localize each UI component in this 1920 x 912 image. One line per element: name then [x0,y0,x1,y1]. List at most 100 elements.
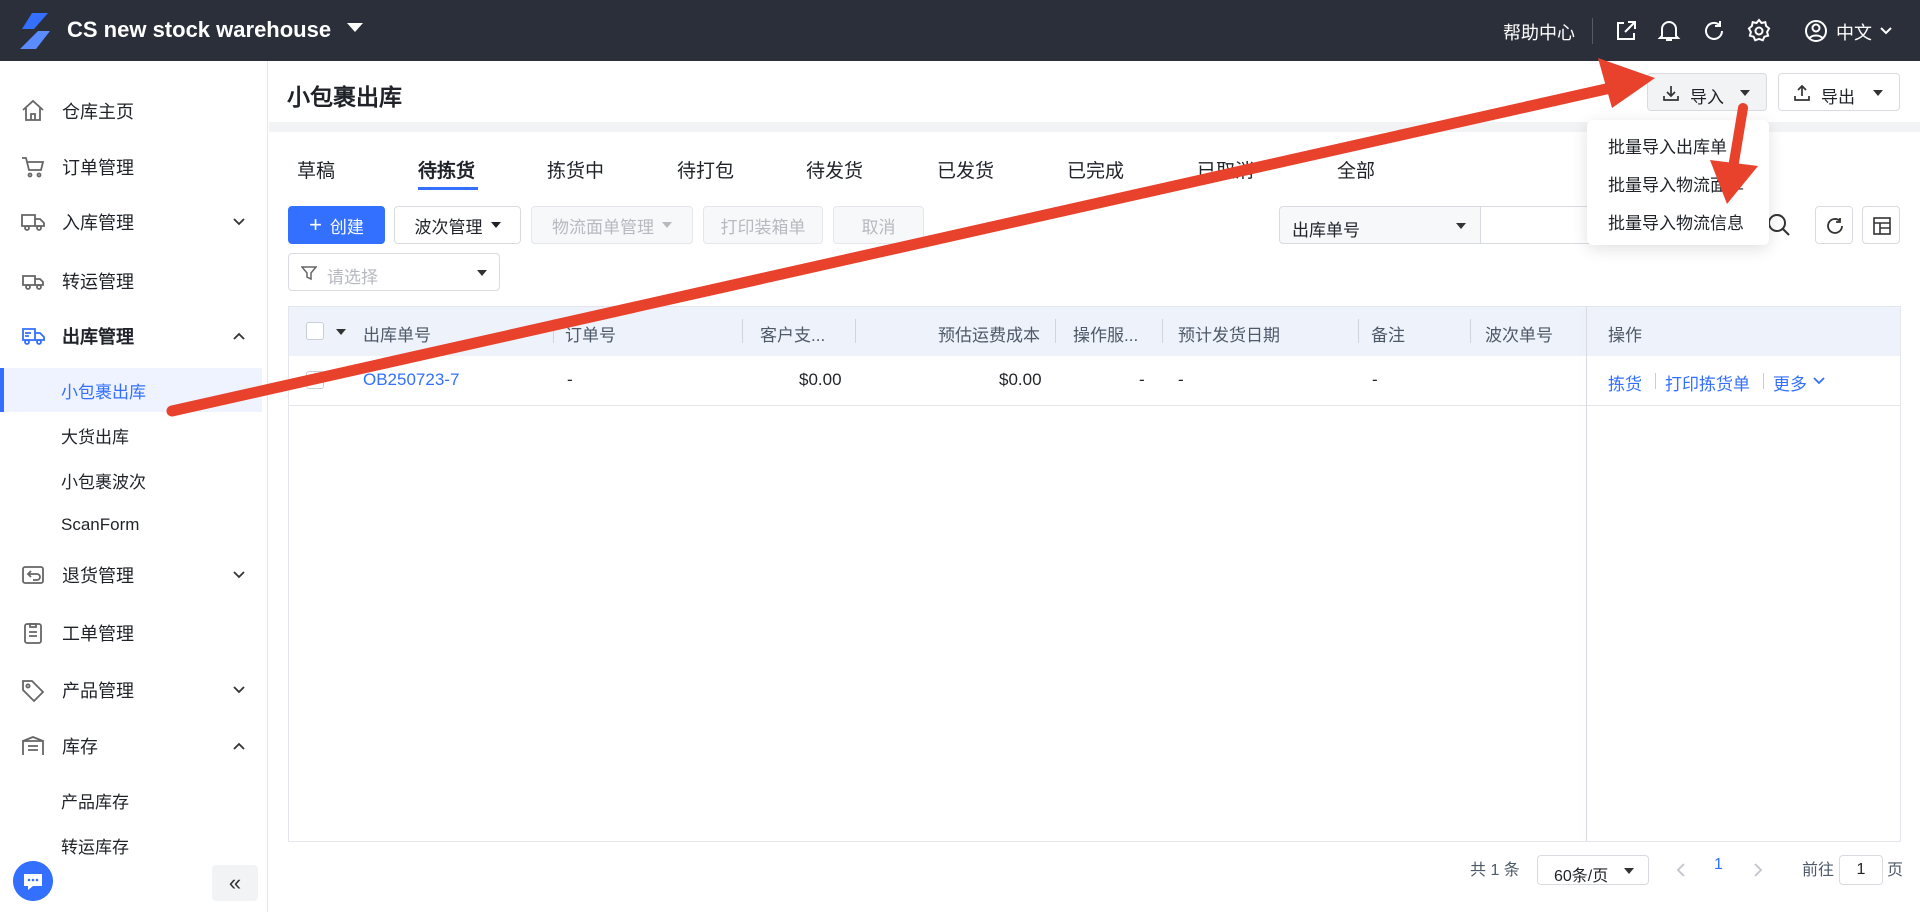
column-divider [855,319,856,343]
plus-icon: + [309,212,322,237]
create-label: 创建 [329,217,364,237]
outbound-no-link[interactable]: OB250723-7 [363,370,459,390]
sidebar-item-label: 订单管理 [62,158,134,178]
sidebar-sub-product-stock[interactable]: 产品库存 [0,778,262,822]
import-button[interactable]: 导入 [1647,73,1767,111]
goto-label: 前往 [1802,862,1835,879]
more-actions-link[interactable]: 更多 [1773,370,1807,395]
fixed-column-divider [1586,307,1587,841]
share-icon[interactable] [1613,18,1639,44]
sidebar-sub-small-parcel-wave[interactable]: 小包裹波次 [0,458,262,502]
sidebar-item-inventory[interactable]: 库存 [0,724,268,768]
select-all-checkbox[interactable] [306,322,324,340]
tab-shipped[interactable]: 已发货 [937,156,994,183]
shipping-label-management-button[interactable]: 物流面单管理 [531,206,693,244]
select-menu-caret-icon[interactable] [336,329,346,335]
caret-down-icon [477,270,487,276]
export-button[interactable]: 导出 [1778,73,1900,111]
tab-pending-pack[interactable]: 待打包 [677,156,734,183]
sidebar-collapse-button[interactable]: « [212,865,258,901]
tab-pending-ship[interactable]: 待发货 [806,156,863,183]
tab-picking[interactable]: 拣货中 [547,156,604,183]
logo-icon [20,13,50,49]
tab-completed[interactable]: 已完成 [1067,156,1124,183]
print-packing-list-button[interactable]: 打印装箱单 [703,206,823,244]
est-cost-cell: $0.00 [999,370,1042,389]
refresh-table-button[interactable] [1815,206,1853,244]
import-caret-icon [1740,90,1750,96]
clipboard-icon [24,623,42,644]
home-icon [22,99,44,121]
row-checkbox[interactable] [306,371,324,389]
search-icon[interactable] [1766,212,1792,238]
notification-bell-icon[interactable] [1656,18,1682,44]
customer-pay-cell: $0.00 [799,370,842,389]
sidebar-item-products[interactable]: 产品管理 [0,668,268,712]
sidebar-item-label: 仓库主页 [62,102,134,122]
topbar-divider [1592,18,1593,44]
print-pick-list-link[interactable]: 打印拣货单 [1665,370,1750,395]
search-field-value: 出库单号 [1292,221,1360,240]
action-divider [1763,373,1764,389]
filter-select[interactable]: 请选择 [288,253,500,291]
sidebar-sub-transfer-stock[interactable]: 转运库存 [0,823,262,867]
sidebar-item-outbound[interactable]: 出库管理 [0,314,268,358]
search-input[interactable] [1481,206,1591,244]
import-menu-item-shipping-labels[interactable]: 批量导入物流面单 [1608,171,1744,196]
sidebar-item-label: 产品管理 [62,681,134,701]
prev-page-icon[interactable] [1675,862,1687,878]
sidebar-item-work-orders[interactable]: 工单管理 [0,611,268,655]
warehouse-caret-icon[interactable] [347,23,363,32]
next-page-icon[interactable] [1752,862,1764,878]
language-switcher[interactable]: 中文 [1836,19,1872,45]
settings-gear-icon[interactable] [1746,18,1772,44]
sidebar-sub-scanform[interactable]: ScanForm [0,503,262,547]
tab-pending-pick[interactable]: 待拣货 [418,156,475,183]
col-order-no: 订单号 [565,326,616,345]
col-actions: 操作 [1608,326,1642,345]
chevron-down-icon[interactable] [1813,376,1825,386]
column-divider [1358,319,1359,343]
warehouse-name[interactable]: CS new stock warehouse [67,17,331,43]
wave-management-button[interactable]: 波次管理 [394,206,521,244]
label-mgmt-label: 物流面单管理 [552,217,654,237]
page-size-select[interactable]: 60条/页 [1537,855,1649,885]
create-button[interactable]: + 创建 [288,206,385,244]
sidebar-item-returns[interactable]: 退货管理 [0,553,268,597]
caret-down-icon [662,222,672,228]
sidebar-sub-small-parcel-outbound[interactable]: 小包裹出库 [0,368,262,412]
user-avatar-icon[interactable] [1803,18,1829,44]
tab-all[interactable]: 全部 [1337,156,1375,183]
search-field-select[interactable]: 出库单号 [1279,206,1481,244]
pick-action-link[interactable]: 拣货 [1608,370,1642,395]
sidebar-sub-bulk-outbound[interactable]: 大货出库 [0,413,262,457]
language-chevron-icon[interactable] [1880,26,1892,36]
cancel-button[interactable]: 取消 [833,206,924,244]
column-settings-button[interactable] [1862,206,1900,244]
sidebar-item-transfer[interactable]: 转运管理 [0,259,268,303]
import-menu-item-logistics-info[interactable]: 批量导入物流信息 [1608,209,1744,234]
warehouse-icon [22,736,44,755]
refresh-icon [1827,218,1843,234]
help-center-link[interactable]: 帮助中心 [1503,19,1575,45]
refresh-icon[interactable] [1701,18,1727,44]
download-icon [1663,86,1679,101]
tab-cancelled[interactable]: 已取消 [1197,156,1254,183]
sidebar-item-warehouse-home[interactable]: 仓库主页 [0,89,268,133]
tab-draft[interactable]: 草稿 [297,156,335,183]
current-page[interactable]: 1 [1714,856,1723,874]
column-divider [742,319,743,343]
sidebar-sub-label: 产品库存 [61,792,129,812]
sidebar-item-orders[interactable]: 订单管理 [0,145,268,189]
tag-icon [22,680,45,703]
goto-page-input[interactable]: 1 [1839,855,1883,885]
sidebar-item-inbound[interactable]: 入库管理 [0,200,268,244]
outbound-table: 出库单号 订单号 客户支... 预估运费成本 操作服... 预计发货日期 备注 … [288,306,1901,842]
import-label: 导入 [1690,88,1724,107]
active-tab-indicator [418,187,478,190]
top-bar: CS new stock warehouse 帮助中心 中文 [0,0,1920,61]
import-menu-item-outbound-orders[interactable]: 批量导入出库单 [1608,133,1727,158]
chat-support-icon[interactable] [13,861,53,901]
col-note: 备注 [1371,326,1405,345]
sidebar-item-label: 入库管理 [62,213,134,233]
